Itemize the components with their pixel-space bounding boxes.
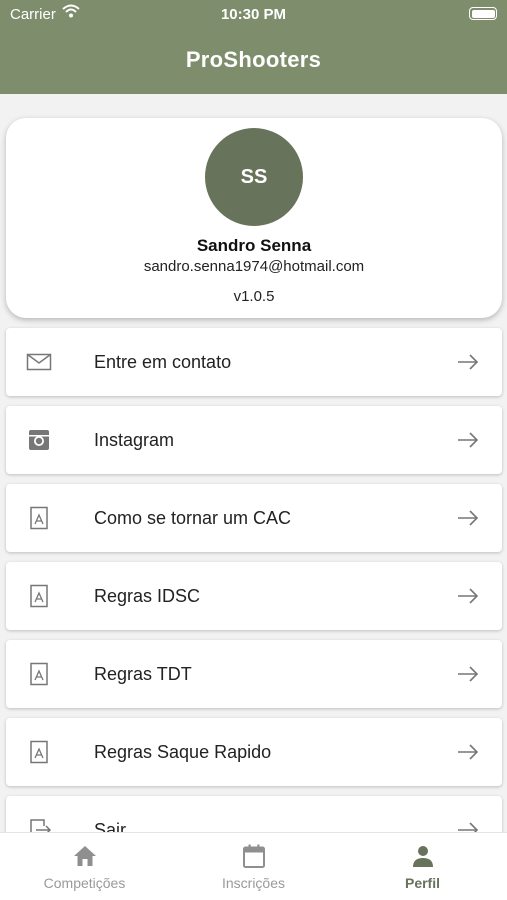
arrow-right-icon [458,354,479,370]
menu-item-label: Entre em contato [94,352,232,372]
profile-email: sandro.senna1974@hotmail.com [143,258,365,275]
menu-item-logout[interactable]: Sair [6,796,502,832]
pdf-icon [30,740,48,764]
menu-item-label: Como se tornar um CAC [94,508,292,528]
arrow-right-icon [458,432,479,448]
tab-label: Perfil [404,875,440,891]
person-icon [413,846,433,867]
bottom-nav: Competições Inscrições Perfil [0,832,507,900]
menu-item-contact[interactable]: Entre em contato [6,328,502,396]
page-title: ProShooters [185,47,322,72]
profile-card: SS Sandro Senna sandro.senna1974@hotmail… [6,118,502,318]
menu-item-instagram[interactable]: Instagram [6,406,502,474]
home-icon [74,846,96,866]
menu-item-label: Instagram [94,430,175,450]
pdf-icon [30,662,48,686]
status-bar: Carrier 10:30 PM [0,0,507,30]
menu-item-regras-tdt[interactable]: Regras TDT [6,640,502,708]
app-header: Carrier 10:30 PM ProShooters [0,0,507,94]
menu-item-label: Regras IDSC [94,586,201,606]
mail-icon [26,353,52,371]
profile-screen[interactable]: SS Sandro Senna sandro.senna1974@hotmail… [0,94,507,832]
pdf-icon [30,506,48,530]
menu-item-cac[interactable]: Como se tornar um CAC [6,484,502,552]
battery-icon [469,7,497,20]
tab-label: Competições [43,875,126,891]
arrow-right-icon [458,588,479,604]
calendar-icon [243,844,265,868]
menu-item-regras-idsc[interactable]: Regras IDSC [6,562,502,630]
tab-competicoes[interactable]: Competições [0,833,169,900]
menu-item-label: Regras TDT [94,664,192,684]
status-time: 10:30 PM [220,6,287,23]
arrow-right-icon [458,744,479,760]
arrow-right-icon [458,510,479,526]
pdf-icon [30,584,48,608]
tab-perfil[interactable]: Perfil [338,833,507,900]
menu-item-label: Sair [94,820,127,832]
menu-item-label: Regras Saque Rapido [94,742,272,762]
profile-name: Sandro Senna [196,236,312,255]
tab-label: Inscrições [221,875,286,891]
arrow-right-icon [458,666,479,682]
app-version: v1.0.5 [233,288,275,305]
instagram-icon [29,430,49,450]
arrow-right-icon [458,822,479,832]
logout-icon [30,819,52,832]
avatar: SS [205,128,303,226]
tab-inscricoes[interactable]: Inscrições [169,833,338,900]
menu-item-regras-saque-rapido[interactable]: Regras Saque Rapido [6,718,502,786]
